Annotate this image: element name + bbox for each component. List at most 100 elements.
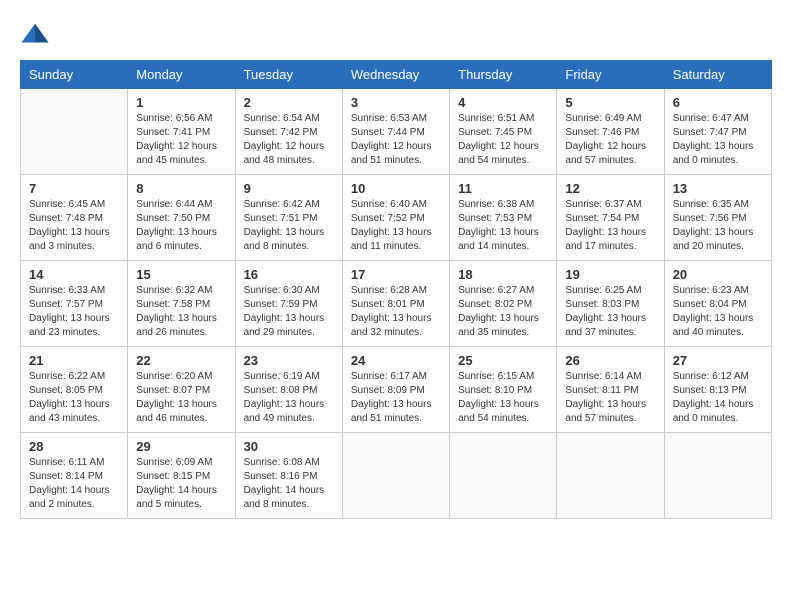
calendar-week-row: 14 Sunrise: 6:33 AM Sunset: 7:57 PM Dayli… [21,261,772,347]
day-number: 14 [29,267,119,282]
day-number: 6 [673,95,763,110]
calendar-cell: 23Sunrise: 6:19 AM Sunset: 8:08 PM Dayli… [235,347,342,433]
calendar-cell: 8Sunrise: 6:44 AM Sunset: 7:50 PM Daylig… [128,175,235,261]
day-number: 9 [244,181,334,196]
calendar-cell: 10Sunrise: 6:40 AM Sunset: 7:52 PM Dayli… [342,175,449,261]
day-number: 27 [673,353,763,368]
day-info: Sunrise: 6:38 AM Sunset: 7:53 PM Dayligh… [458,198,548,254]
day-info: Sunrise: 6:25 AM Sunset: 8:03 PM Dayligh… [565,284,655,340]
calendar-cell: 18 Sunrise: 6:27 AM Sunset: 8:02 PM Dayli… [450,261,557,347]
calendar-table: SundayMondayTuesdayWednesdayThursdayFrid… [20,60,772,519]
day-number: 23 [244,353,334,368]
calendar-cell: 26 Sunrise: 6:14 AM Sunset: 8:11 PM Dayli… [557,347,664,433]
day-info: Sunrise: 6:08 AM Sunset: 8:16 PM Dayligh… [244,456,334,512]
calendar-cell: 3 Sunrise: 6:53 AM Sunset: 7:44 PM Daylig… [342,89,449,175]
page-header [20,20,772,50]
day-info: Sunrise: 6:51 AM Sunset: 7:45 PM Dayligh… [458,112,548,168]
calendar-cell: 21 Sunrise: 6:22 AM Sunset: 8:05 PM Dayli… [21,347,128,433]
day-info: Sunrise: 6:45 AM Sunset: 7:48 PM Dayligh… [29,198,119,254]
day-info: Sunrise: 6:42 AM Sunset: 7:51 PM Dayligh… [244,198,334,254]
calendar-week-row: 7Sunrise: 6:45 AM Sunset: 7:48 PM Daylig… [21,175,772,261]
calendar-cell: 6Sunrise: 6:47 AM Sunset: 7:47 PM Daylig… [664,89,771,175]
calendar-cell: 25 Sunrise: 6:15 AM Sunset: 8:10 PM Dayli… [450,347,557,433]
day-number: 16 [244,267,334,282]
logo-icon [20,20,50,50]
day-number: 20 [673,267,763,282]
day-number: 3 [351,95,441,110]
calendar-cell: 7Sunrise: 6:45 AM Sunset: 7:48 PM Daylig… [21,175,128,261]
calendar-cell: 30 Sunrise: 6:08 AM Sunset: 8:16 PM Dayli… [235,433,342,519]
day-info: Sunrise: 6:49 AM Sunset: 7:46 PM Dayligh… [565,112,655,168]
calendar-cell: 13 Sunrise: 6:35 AM Sunset: 7:56 PM Dayli… [664,175,771,261]
day-number: 30 [244,439,334,454]
day-info: Sunrise: 6:35 AM Sunset: 7:56 PM Dayligh… [673,198,763,254]
day-info: Sunrise: 6:33 AM Sunset: 7:57 PM Dayligh… [29,284,119,340]
day-info: Sunrise: 6:40 AM Sunset: 7:52 PM Dayligh… [351,198,441,254]
day-info: Sunrise: 6:09 AM Sunset: 8:15 PM Dayligh… [136,456,226,512]
calendar-cell: 1 Sunrise: 6:56 AM Sunset: 7:41 PM Daylig… [128,89,235,175]
calendar-cell: 9 Sunrise: 6:42 AM Sunset: 7:51 PM Daylig… [235,175,342,261]
weekday-header-saturday: Saturday [664,61,771,89]
day-number: 13 [673,181,763,196]
calendar-cell: 14 Sunrise: 6:33 AM Sunset: 7:57 PM Dayli… [21,261,128,347]
day-number: 4 [458,95,548,110]
calendar-cell [450,433,557,519]
calendar-cell: 16 Sunrise: 6:30 AM Sunset: 7:59 PM Dayli… [235,261,342,347]
day-info: Sunrise: 6:28 AM Sunset: 8:01 PM Dayligh… [351,284,441,340]
calendar-cell: 4 Sunrise: 6:51 AM Sunset: 7:45 PM Daylig… [450,89,557,175]
day-number: 19 [565,267,655,282]
calendar-cell: 12Sunrise: 6:37 AM Sunset: 7:54 PM Dayli… [557,175,664,261]
calendar-week-row: 28Sunrise: 6:11 AM Sunset: 8:14 PM Dayli… [21,433,772,519]
weekday-header-monday: Monday [128,61,235,89]
day-info: Sunrise: 6:23 AM Sunset: 8:04 PM Dayligh… [673,284,763,340]
day-info: Sunrise: 6:20 AM Sunset: 8:07 PM Dayligh… [136,370,226,426]
day-number: 15 [136,267,226,282]
day-number: 1 [136,95,226,110]
day-info: Sunrise: 6:22 AM Sunset: 8:05 PM Dayligh… [29,370,119,426]
day-info: Sunrise: 6:37 AM Sunset: 7:54 PM Dayligh… [565,198,655,254]
weekday-header-sunday: Sunday [21,61,128,89]
calendar-cell: 17 Sunrise: 6:28 AM Sunset: 8:01 PM Dayli… [342,261,449,347]
day-number: 22 [136,353,226,368]
calendar-cell: 5Sunrise: 6:49 AM Sunset: 7:46 PM Daylig… [557,89,664,175]
day-number: 25 [458,353,548,368]
day-info: Sunrise: 6:15 AM Sunset: 8:10 PM Dayligh… [458,370,548,426]
day-info: Sunrise: 6:30 AM Sunset: 7:59 PM Dayligh… [244,284,334,340]
weekday-header-tuesday: Tuesday [235,61,342,89]
calendar-week-row: 1 Sunrise: 6:56 AM Sunset: 7:41 PM Daylig… [21,89,772,175]
calendar-cell: 29 Sunrise: 6:09 AM Sunset: 8:15 PM Dayli… [128,433,235,519]
day-number: 17 [351,267,441,282]
calendar-cell: 15 Sunrise: 6:32 AM Sunset: 7:58 PM Dayli… [128,261,235,347]
weekday-header-wednesday: Wednesday [342,61,449,89]
logo [20,20,54,50]
day-info: Sunrise: 6:27 AM Sunset: 8:02 PM Dayligh… [458,284,548,340]
day-info: Sunrise: 6:14 AM Sunset: 8:11 PM Dayligh… [565,370,655,426]
day-info: Sunrise: 6:32 AM Sunset: 7:58 PM Dayligh… [136,284,226,340]
calendar-cell: 27 Sunrise: 6:12 AM Sunset: 8:13 PM Dayli… [664,347,771,433]
day-number: 8 [136,181,226,196]
calendar-cell: 22 Sunrise: 6:20 AM Sunset: 8:07 PM Dayli… [128,347,235,433]
day-info: Sunrise: 6:56 AM Sunset: 7:41 PM Dayligh… [136,112,226,168]
day-number: 18 [458,267,548,282]
day-number: 21 [29,353,119,368]
calendar-cell: 11Sunrise: 6:38 AM Sunset: 7:53 PM Dayli… [450,175,557,261]
calendar-cell: 20 Sunrise: 6:23 AM Sunset: 8:04 PM Dayli… [664,261,771,347]
calendar-cell: 24 Sunrise: 6:17 AM Sunset: 8:09 PM Dayli… [342,347,449,433]
calendar-cell [664,433,771,519]
calendar-cell: 28Sunrise: 6:11 AM Sunset: 8:14 PM Dayli… [21,433,128,519]
calendar-cell [21,89,128,175]
day-number: 29 [136,439,226,454]
calendar-cell [557,433,664,519]
calendar-cell: 2Sunrise: 6:54 AM Sunset: 7:42 PM Daylig… [235,89,342,175]
day-info: Sunrise: 6:17 AM Sunset: 8:09 PM Dayligh… [351,370,441,426]
day-number: 24 [351,353,441,368]
weekday-header-thursday: Thursday [450,61,557,89]
calendar-cell: 19 Sunrise: 6:25 AM Sunset: 8:03 PM Dayli… [557,261,664,347]
day-info: Sunrise: 6:53 AM Sunset: 7:44 PM Dayligh… [351,112,441,168]
day-info: Sunrise: 6:11 AM Sunset: 8:14 PM Dayligh… [29,456,119,512]
weekday-header-friday: Friday [557,61,664,89]
day-number: 26 [565,353,655,368]
calendar-week-row: 21 Sunrise: 6:22 AM Sunset: 8:05 PM Dayli… [21,347,772,433]
day-info: Sunrise: 6:12 AM Sunset: 8:13 PM Dayligh… [673,370,763,426]
day-info: Sunrise: 6:54 AM Sunset: 7:42 PM Dayligh… [244,112,334,168]
